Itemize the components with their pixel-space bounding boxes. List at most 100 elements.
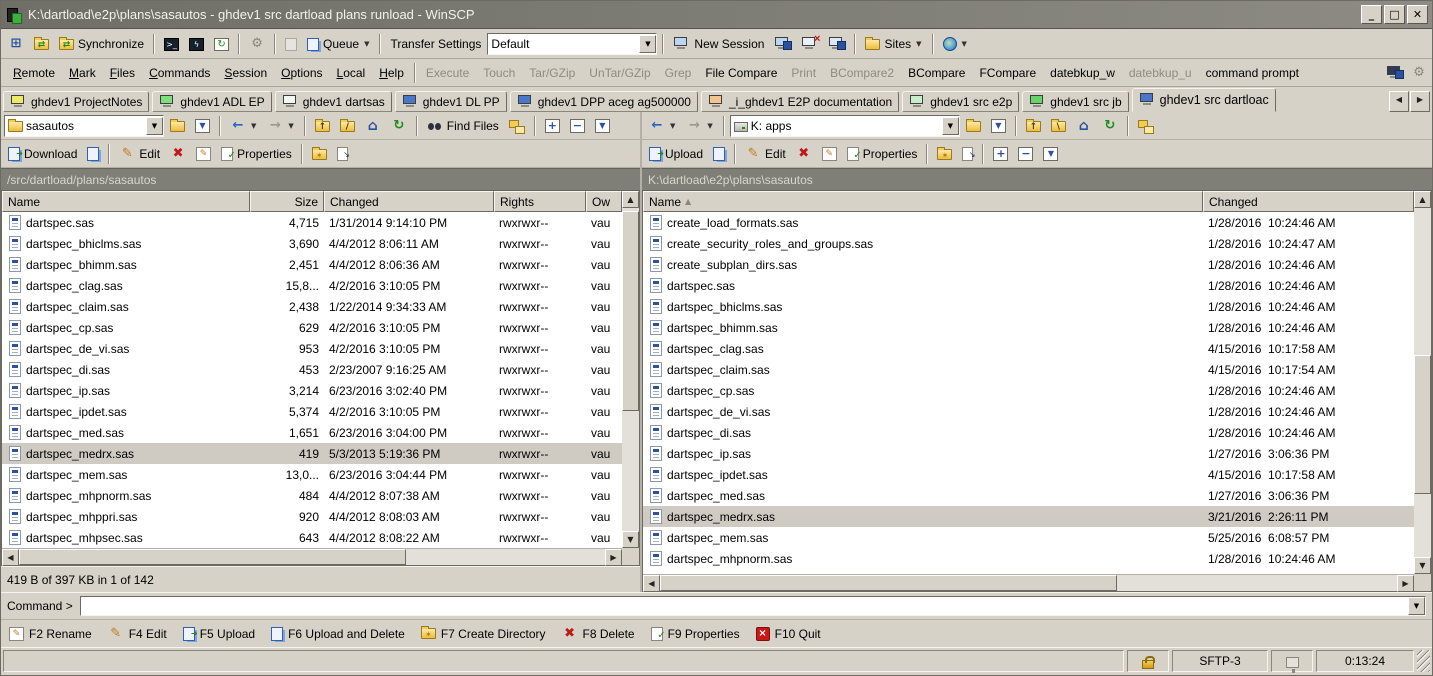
fkey-f5-upload[interactable]: F5 Upload xyxy=(183,626,255,641)
remote-edit-button[interactable]: ✎ Edit xyxy=(115,142,164,166)
local-select-button[interactable]: + xyxy=(989,142,1012,166)
remote-select-button[interactable]: + xyxy=(541,114,564,138)
toggle-panels-button[interactable]: ⊞ xyxy=(4,32,28,56)
tab-ghdev1-dartsas[interactable]: ghdev1 dartsas xyxy=(275,91,392,112)
remote-new-folder-button[interactable] xyxy=(308,142,331,166)
column-header-changed[interactable]: Changed xyxy=(1203,191,1414,212)
local-vertical-scrollbar[interactable]: ▲ ▼ xyxy=(1414,191,1431,591)
resize-grip-icon[interactable] xyxy=(1417,650,1430,672)
file-row-dartspec-sas[interactable]: dartspec.sas4,7151/31/2014 9:14:10 PMrwx… xyxy=(2,212,622,233)
column-header-name[interactable]: Name xyxy=(2,191,250,212)
scroll-down-arrow-icon[interactable]: ▼ xyxy=(622,531,639,548)
tab-ghdev1-projectnotes[interactable]: ghdev1 ProjectNotes xyxy=(3,91,149,112)
scroll-up-arrow-icon[interactable]: ▲ xyxy=(1414,191,1431,208)
file-row-create-subplan-dirs-sas[interactable]: create_subplan_dirs.sas1/28/2016 10:24:4… xyxy=(643,254,1414,275)
synchronize-browsing-button[interactable] xyxy=(30,32,53,56)
menu-fcompare[interactable]: FCompare xyxy=(972,62,1043,84)
scroll-left-arrow-icon[interactable]: ◀ xyxy=(2,549,19,566)
local-properties-button[interactable]: Properties xyxy=(843,142,922,166)
local-drive-dropdown[interactable]: ▼ xyxy=(942,117,959,135)
local-bookmark-button[interactable] xyxy=(1134,114,1158,138)
file-row-dartspec-ipdet-sas[interactable]: dartspec_ipdet.sas4/15/2016 10:17:58 AM xyxy=(643,464,1414,485)
local-selection-filter-button[interactable]: ▼ xyxy=(1039,142,1062,166)
column-header-size[interactable]: Size xyxy=(250,191,324,212)
menu-help[interactable]: Help xyxy=(372,62,411,84)
remote-horizontal-scrollbar[interactable]: ◀ ▶ xyxy=(2,548,622,565)
remote-bookmark-button[interactable] xyxy=(505,114,529,138)
local-drive-combo[interactable]: K: apps ▼ xyxy=(730,115,960,137)
file-row-create-security-roles-and-groups-sas[interactable]: create_security_roles_and_groups.sas1/28… xyxy=(643,233,1414,254)
remote-new-file-button[interactable] xyxy=(333,142,352,166)
remote-vertical-scrollbar[interactable]: ▲ ▼ xyxy=(622,191,639,565)
local-parent-directory-button[interactable] xyxy=(1022,114,1045,138)
command-history-dropdown[interactable]: ▼ xyxy=(1408,597,1425,615)
column-header-ow[interactable]: Ow xyxy=(586,191,622,212)
synchronize-button[interactable]: Synchronize xyxy=(55,32,148,56)
tab-ghdev1-src-e2p[interactable]: ghdev1 src e2p xyxy=(902,91,1019,112)
column-header-changed[interactable]: Changed xyxy=(324,191,494,212)
remote-delete-button[interactable]: ✖ xyxy=(166,142,190,166)
file-row-dartspec-sas[interactable]: dartspec.sas1/28/2016 10:24:46 AM xyxy=(643,275,1414,296)
file-row-dartspec-mhpnorm-sas[interactable]: dartspec_mhpnorm.sas1/28/2016 10:24:46 A… xyxy=(643,548,1414,569)
local-open-directory-button[interactable] xyxy=(962,114,985,138)
menu-command-prompt[interactable]: command prompt xyxy=(1199,62,1306,84)
file-row-dartspec-clag-sas[interactable]: dartspec_clag.sas4/15/2016 10:17:58 AM xyxy=(643,338,1414,359)
column-header-name[interactable]: Name▲ xyxy=(643,191,1203,212)
fkey-f6-upload-and-delete[interactable]: F6 Upload and Delete xyxy=(271,626,405,641)
file-row-dartspec-bhimm-sas[interactable]: dartspec_bhimm.sas1/28/2016 10:24:46 AM xyxy=(643,317,1414,338)
remote-home-directory-button[interactable]: ⌂ xyxy=(361,114,385,138)
duplicate-session-button[interactable] xyxy=(770,32,795,56)
maximize-button[interactable]: □ xyxy=(1384,5,1405,24)
command-input[interactable] xyxy=(81,597,1408,615)
scroll-right-arrow-icon[interactable]: ▶ xyxy=(605,549,622,566)
minimize-button[interactable]: _ xyxy=(1361,5,1382,24)
local-root-directory-button[interactable] xyxy=(1047,114,1070,138)
status-lock-segment[interactable] xyxy=(1127,650,1169,672)
menu-session[interactable]: Session xyxy=(217,62,274,84)
local-back-button[interactable]: ←▼ xyxy=(645,114,680,138)
file-row-dartspec-med-sas[interactable]: dartspec_med.sas1,6516/23/2016 3:04:00 P… xyxy=(2,422,622,443)
session-shortcut-icon[interactable] xyxy=(1386,66,1403,80)
remote-open-directory-button[interactable] xyxy=(166,114,189,138)
local-vscroll-thumb[interactable] xyxy=(1414,355,1431,495)
fkey-f9-properties[interactable]: F9 Properties xyxy=(651,626,740,641)
fkey-f10-quit[interactable]: ×F10 Quit xyxy=(756,626,821,641)
remote-directory-combo[interactable]: sasautos ▼ xyxy=(4,115,164,137)
remote-parent-directory-button[interactable] xyxy=(311,114,334,138)
file-row-dartspec-de-vi-sas[interactable]: dartspec_de_vi.sas9534/2/2016 3:10:05 PM… xyxy=(2,338,622,359)
file-row-dartspec-mem-sas[interactable]: dartspec_mem.sas5/25/2016 6:08:57 PM xyxy=(643,527,1414,548)
local-hscroll-track[interactable] xyxy=(660,575,1397,591)
file-row-dartspec-medrx-sas[interactable]: dartspec_medrx.sas3/21/2016 2:26:11 PM xyxy=(643,506,1414,527)
local-delete-button[interactable]: ✖ xyxy=(792,142,816,166)
open-terminal-button[interactable]: >_ xyxy=(160,32,183,56)
transfer-settings-combo[interactable]: Default ▼ xyxy=(487,33,657,55)
menu-datebkup-w[interactable]: datebkup_w xyxy=(1043,62,1122,84)
menu-remote[interactable]: Remote xyxy=(6,62,62,84)
file-row-create-load-formats-sas[interactable]: create_load_formats.sas1/28/2016 10:24:4… xyxy=(643,212,1414,233)
remote-unselect-button[interactable]: − xyxy=(566,114,589,138)
file-row-dartspec-med-sas[interactable]: dartspec_med.sas1/27/2016 3:06:36 PM xyxy=(643,485,1414,506)
remote-hscroll-thumb[interactable] xyxy=(19,549,406,565)
file-row-dartspec-cp-sas[interactable]: dartspec_cp.sas1/28/2016 10:24:46 AM xyxy=(643,380,1414,401)
file-row-dartspec-bhiclms-sas[interactable]: dartspec_bhiclms.sas3,6904/4/2012 8:06:1… xyxy=(2,233,622,254)
local-refresh-button[interactable]: ↻ xyxy=(1098,114,1122,138)
fkey-f2-rename[interactable]: ✎F2 Rename xyxy=(9,627,92,641)
remote-forward-button[interactable]: →▼ xyxy=(263,114,298,138)
file-row-dartspec-ip-sas[interactable]: dartspec_ip.sas3,2146/23/2016 3:02:40 PM… xyxy=(2,380,622,401)
file-row-dartspec-cp-sas[interactable]: dartspec_cp.sas6294/2/2016 3:10:05 PMrwx… xyxy=(2,317,622,338)
tab-ghdev1-dpp-aceg-ag500000[interactable]: ghdev1 DPP aceg ag500000 xyxy=(510,91,698,112)
file-row-dartspec-mhpnorm-sas[interactable]: dartspec_mhpnorm.sas4844/4/2012 8:07:38 … xyxy=(2,485,622,506)
remote-properties-button[interactable]: Properties xyxy=(217,142,296,166)
remote-hscroll-track[interactable] xyxy=(19,549,605,565)
remote-selection-filter-button[interactable]: ▼ xyxy=(591,114,614,138)
download-button[interactable]: Download xyxy=(4,142,81,166)
tab-i-ghdev1-e2p-documentation[interactable]: _i_ghdev1 E2P documentation xyxy=(701,91,899,112)
remote-rename-button[interactable]: ✎ xyxy=(192,142,215,166)
file-row-dartspec-bhimm-sas[interactable]: dartspec_bhimm.sas2,4514/4/2012 8:06:36 … xyxy=(2,254,622,275)
local-vscroll-track[interactable] xyxy=(1414,208,1431,557)
open-putty-button[interactable]: ϟ xyxy=(185,32,208,56)
tab-ghdev1-src-jb[interactable]: ghdev1 src jb xyxy=(1022,91,1128,112)
remote-vscroll-track[interactable] xyxy=(622,208,639,531)
menu-bcompare[interactable]: BCompare xyxy=(901,62,972,84)
local-filter-button[interactable]: ▼ xyxy=(987,114,1010,138)
